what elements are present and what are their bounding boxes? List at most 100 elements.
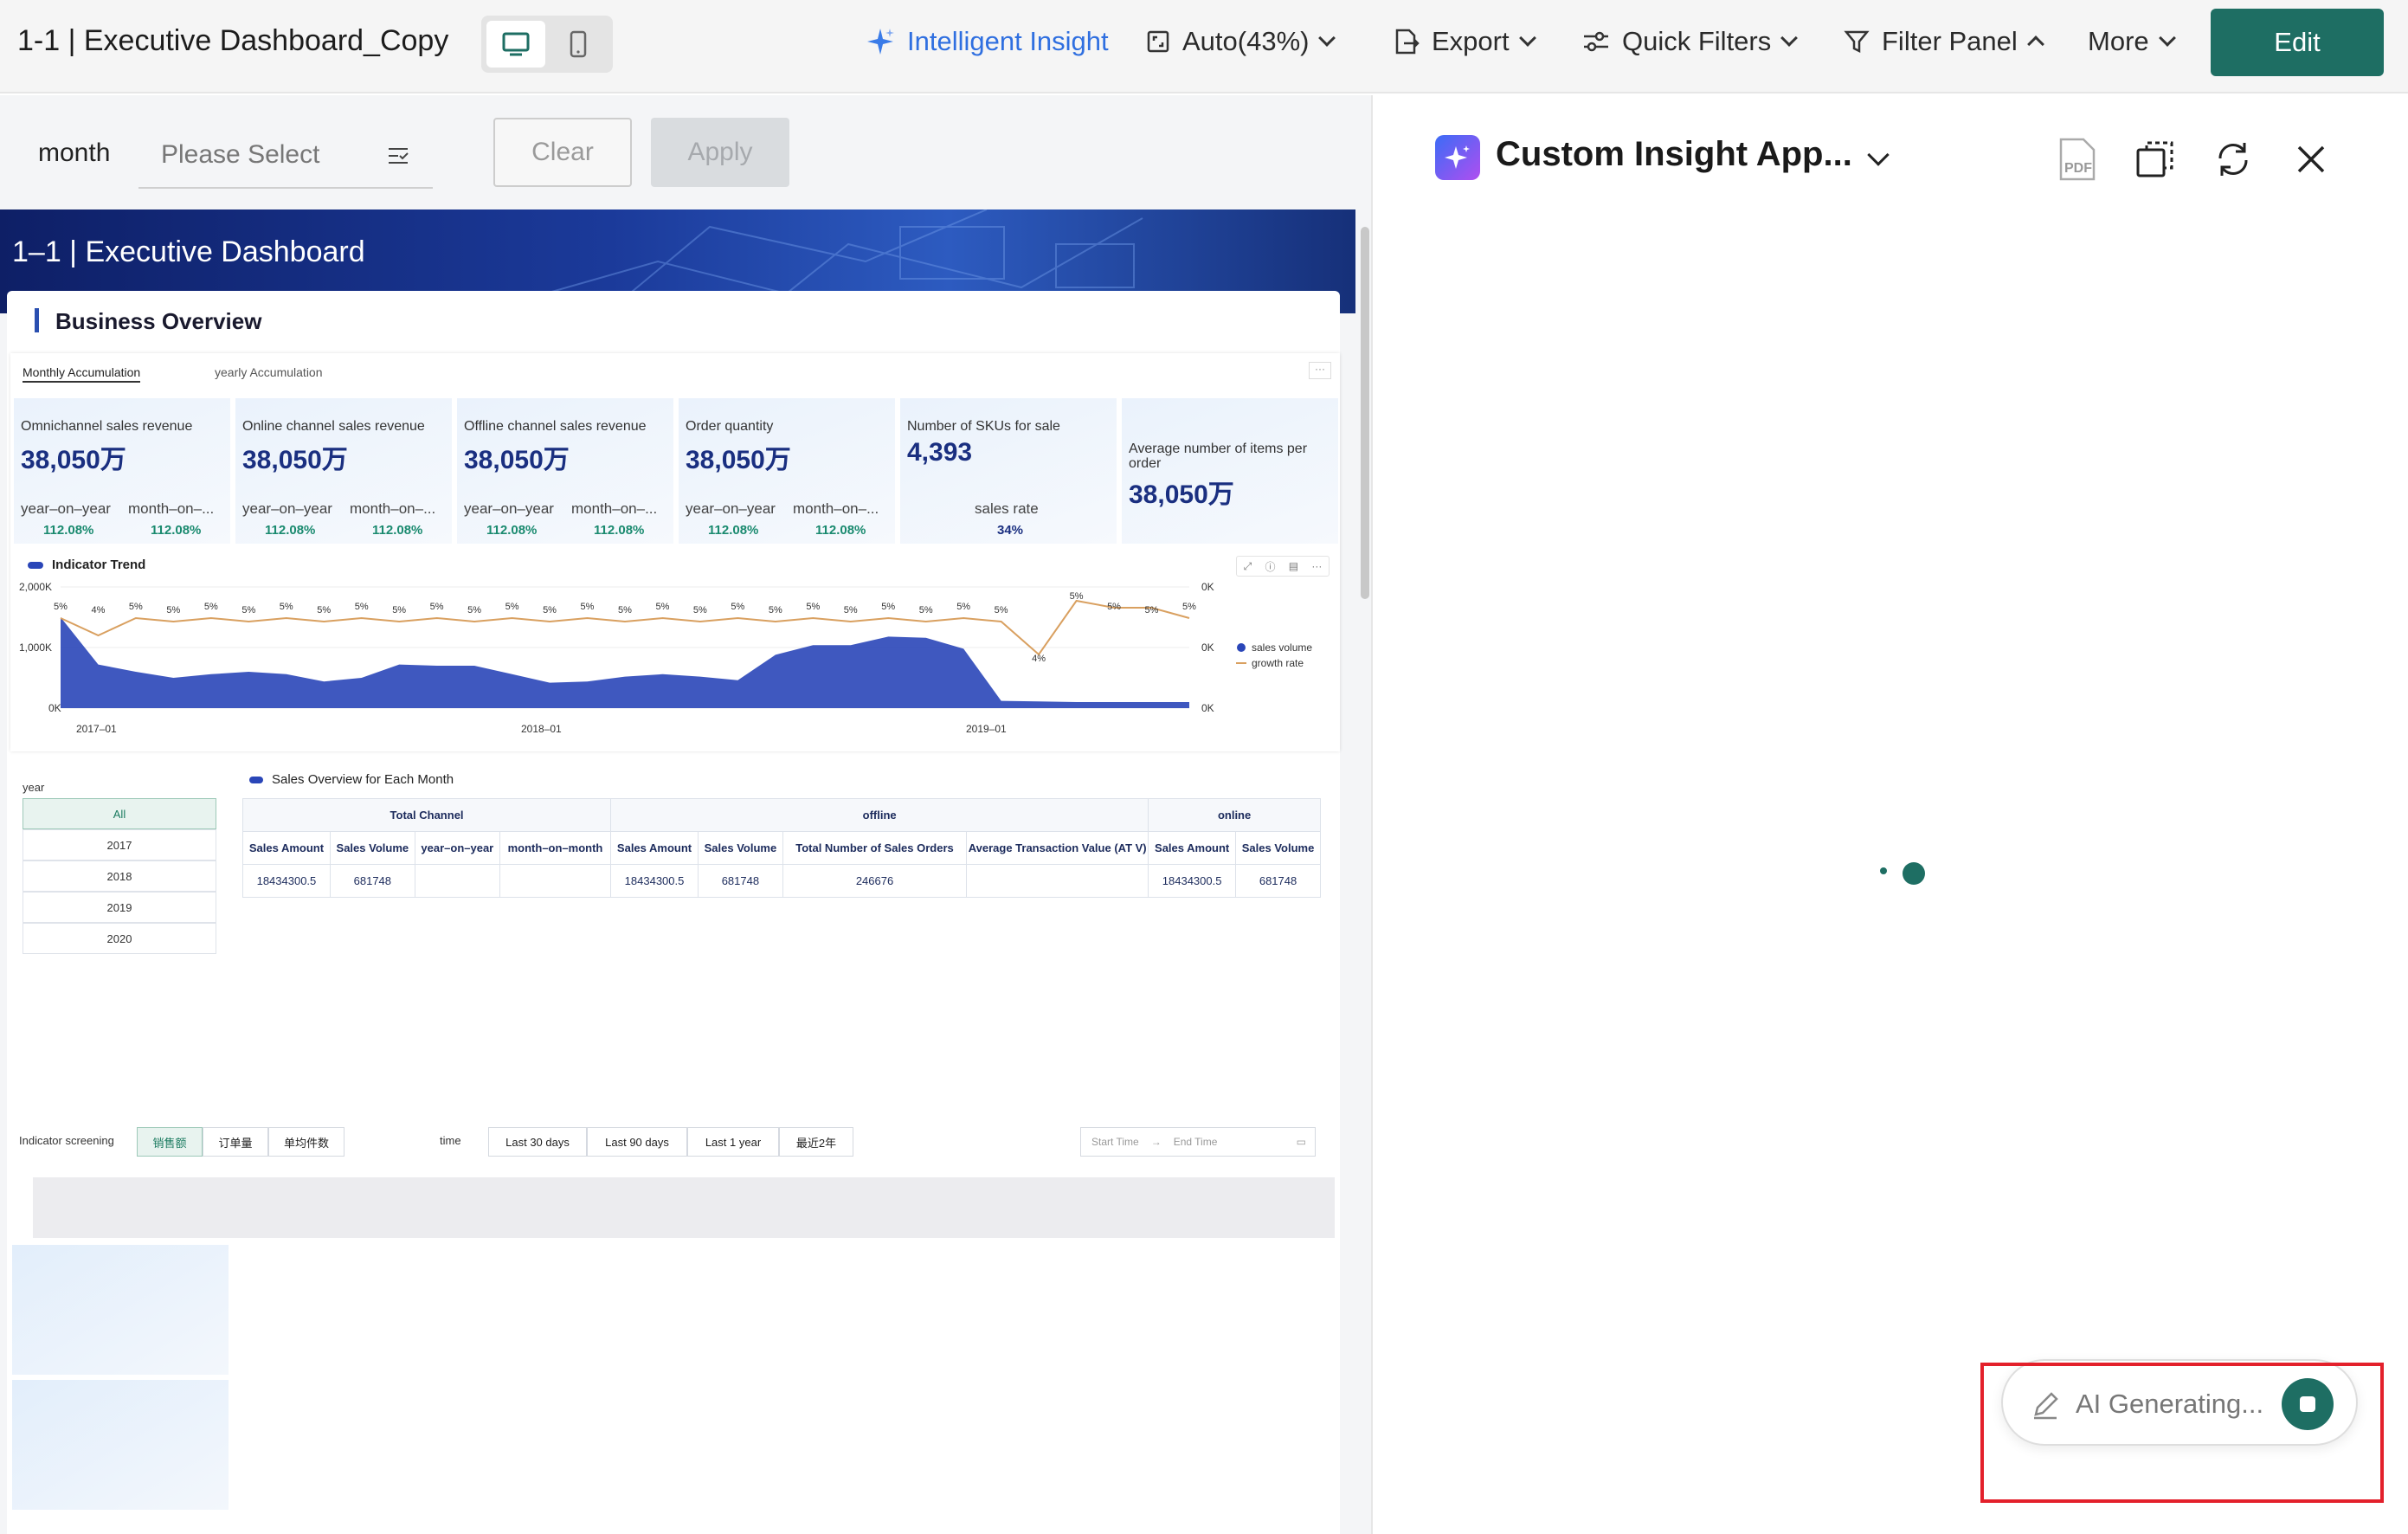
column-header[interactable]: year–on–year: [414, 831, 500, 865]
growth-data-label: 5%: [769, 605, 782, 616]
insight-panel: Custom Insight App... PDF AI Generating.…: [1371, 95, 2408, 1534]
indicator-option[interactable]: 订单量: [203, 1127, 268, 1157]
table-cell: [499, 864, 612, 898]
kpi-label: Omnichannel sales revenue: [21, 419, 193, 434]
table-row: 18434300.5 681748 18434300.5 681748 2466…: [242, 864, 1321, 898]
year-option-2018[interactable]: 2018: [23, 860, 216, 892]
zoom-dropdown[interactable]: Auto(43%): [1146, 26, 1336, 57]
dashboard-preview: month Please Select Clear Apply 1–1 | Ex…: [0, 95, 1371, 1534]
intelligent-insight-button[interactable]: Intelligent Insight: [866, 26, 1109, 57]
kpi-sub-label: month–on–...: [571, 500, 658, 517]
y-tick-label: 0K: [48, 702, 61, 714]
group-header-total: Total Channel: [241, 798, 612, 832]
year-option-2017[interactable]: 2017: [23, 829, 216, 860]
top-bar: 1-1 | Executive Dashboard_Copy Intellige…: [0, 0, 2408, 93]
indicator-option[interactable]: 单均件数: [268, 1127, 344, 1157]
chevron-down-icon: [1518, 29, 1536, 47]
growth-data-label: 5%: [317, 605, 331, 616]
sales-volume-area: [61, 617, 1189, 708]
kpi-card-order-quantity: Order quantity 38,050万 year–on–year mont…: [679, 398, 895, 544]
edit-button[interactable]: Edit: [2211, 9, 2384, 76]
kpi-sub-label: month–on–...: [350, 500, 436, 517]
time-option[interactable]: Last 1 year: [687, 1127, 779, 1157]
time-option[interactable]: Last 90 days: [587, 1127, 687, 1157]
time-option[interactable]: 最近2年: [779, 1127, 853, 1157]
column-header[interactable]: Sales Amount: [610, 831, 699, 865]
kpi-sub-label: month–on–...: [793, 500, 879, 517]
more-label: More: [2088, 26, 2149, 56]
growth-data-label: 5%: [956, 602, 970, 612]
desktop-view-button[interactable]: [486, 21, 545, 68]
placeholder-card: [12, 1245, 229, 1375]
month-select[interactable]: Please Select: [138, 123, 433, 189]
scrollbar-track[interactable]: [1357, 209, 1371, 1534]
quick-filters-dropdown[interactable]: Quick Filters: [1582, 26, 1799, 57]
growth-data-label: 5%: [204, 602, 218, 612]
year-option-2019[interactable]: 2019: [23, 892, 216, 923]
column-header[interactable]: Sales Volume: [697, 831, 783, 865]
column-header[interactable]: Sales Volume: [1235, 831, 1321, 865]
export-dropdown[interactable]: Export: [1394, 26, 1536, 57]
kpi-label: Offline channel sales revenue: [464, 419, 647, 434]
legend-sales-volume[interactable]: sales volume: [1252, 641, 1312, 654]
refresh-icon[interactable]: [2209, 135, 2257, 184]
more-options-icon[interactable]: ···: [1309, 362, 1331, 379]
month-filter-label: month: [38, 139, 111, 167]
kpi-value: 38,050万: [21, 446, 126, 474]
highlight-frame: [1980, 1363, 2384, 1503]
copy-icon[interactable]: [2131, 135, 2179, 184]
group-header-online: online: [1148, 798, 1321, 832]
growth-data-label: 5%: [881, 602, 895, 612]
table-cell: 18434300.5: [242, 864, 331, 898]
column-header[interactable]: Total Number of Sales Orders: [782, 831, 968, 865]
close-icon[interactable]: [2287, 135, 2335, 184]
y-right-tick-label: 0K: [1201, 581, 1214, 593]
date-range-picker[interactable]: Start Time → End Time ▭: [1080, 1127, 1316, 1157]
table-cell: 681748: [329, 864, 415, 898]
column-header[interactable]: month–on–month: [499, 831, 612, 865]
scrollbar-thumb[interactable]: [1361, 227, 1369, 599]
tab-monthly-accumulation[interactable]: Monthly Accumulation: [23, 365, 141, 383]
apply-button[interactable]: Apply: [651, 118, 789, 187]
indicator-option[interactable]: 销售额: [137, 1127, 203, 1157]
growth-data-label: 5%: [129, 602, 143, 612]
time-option[interactable]: Last 30 days: [488, 1127, 587, 1157]
start-time-placeholder: Start Time: [1091, 1136, 1139, 1148]
kpi-value: 38,050万: [464, 446, 570, 474]
intelligent-insight-label: Intelligent Insight: [907, 26, 1109, 56]
column-header[interactable]: Average Transaction Value (AT V): [966, 831, 1149, 865]
growth-data-label: 5%: [806, 602, 820, 612]
chevron-down-icon[interactable]: [1854, 135, 1903, 184]
kpi-percent: 112.08%: [372, 523, 423, 538]
column-header[interactable]: Sales Amount: [242, 831, 331, 865]
chevron-down-icon: [1780, 29, 1799, 47]
growth-data-label: 5%: [505, 602, 519, 612]
end-time-placeholder: End Time: [1173, 1136, 1218, 1148]
kpi-sub-label: year–on–year: [242, 500, 332, 517]
year-option-2020[interactable]: 2020: [23, 923, 216, 954]
filter-panel-dropdown[interactable]: Filter Panel: [1844, 26, 2044, 57]
clear-button[interactable]: Clear: [493, 118, 632, 187]
column-header[interactable]: Sales Volume: [329, 831, 415, 865]
y-right-tick-label: 0K: [1201, 641, 1214, 654]
insight-app-title[interactable]: Custom Insight App...: [1496, 135, 1852, 174]
kpi-value: 38,050万: [1129, 480, 1234, 509]
placeholder-card: [12, 1380, 229, 1510]
chevron-up-icon: [2026, 35, 2044, 53]
year-list: All 2017 2018 2019 2020: [23, 798, 216, 954]
y-tick-label: 2,000K: [19, 581, 52, 593]
pdf-icon[interactable]: PDF: [2053, 135, 2102, 184]
x-tick-label: 2017–01: [76, 723, 117, 735]
column-header[interactable]: Sales Amount: [1148, 831, 1237, 865]
section-accent-bar: [35, 308, 39, 332]
legend-growth-rate[interactable]: growth rate: [1252, 657, 1304, 669]
year-option-all[interactable]: All: [23, 798, 216, 829]
table-cell: 681748: [697, 864, 783, 898]
growth-data-label: 5%: [581, 602, 595, 612]
kpi-percent: 112.08%: [594, 523, 645, 538]
tab-yearly-accumulation[interactable]: yearly Accumulation: [215, 365, 323, 379]
mobile-view-button[interactable]: [549, 21, 608, 68]
arrow-right-icon: →: [1150, 1136, 1162, 1148]
more-dropdown[interactable]: More: [2088, 26, 2176, 57]
kpi-sub-label: year–on–year: [686, 500, 776, 517]
